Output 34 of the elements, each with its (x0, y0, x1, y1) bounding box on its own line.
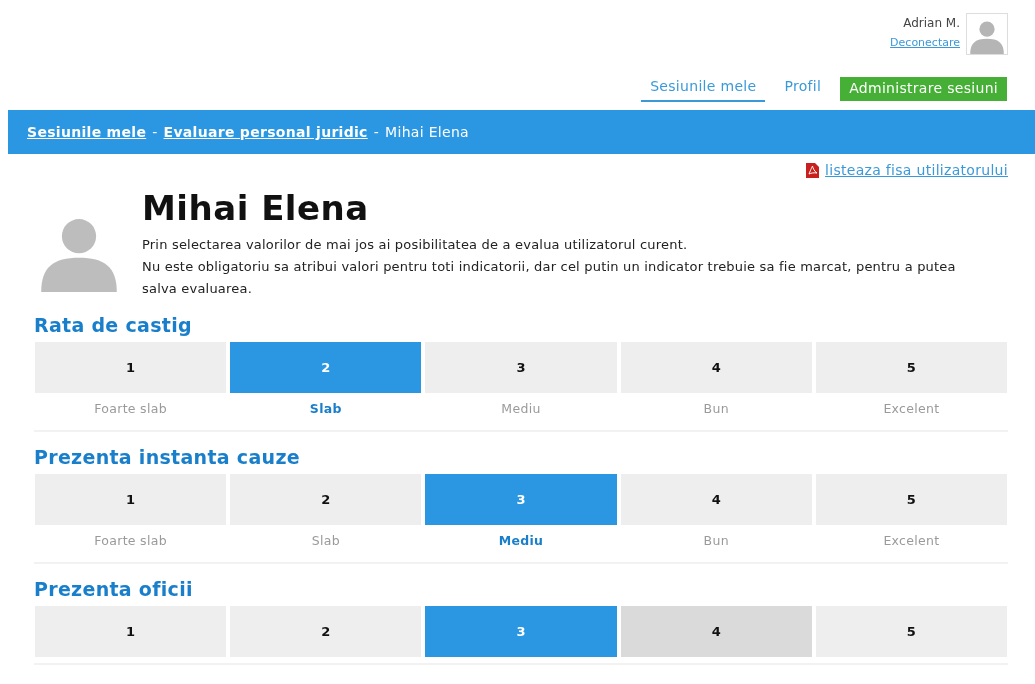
rating-button[interactable]: 2 (230, 606, 422, 657)
description-text: Nu este obligatoriu sa atribui valori pentru toti indicatorii, dar cel putin un indicator trebuie sa fie marcat, pentru a putea salva evaluarea. (142, 258, 957, 298)
rating-label: Excelent (882, 400, 941, 418)
dash-separator: - (373, 124, 380, 140)
rating-label: Foarte slab (93, 532, 168, 550)
dash-separator: - (152, 124, 158, 140)
rating-button[interactable]: 4 (620, 474, 812, 525)
criterion-title: Prezenta oficii (34, 578, 194, 600)
user-name: Adrian M. (903, 16, 960, 30)
rating-button[interactable]: 5 (815, 606, 1007, 657)
rating-button[interactable]: 5 (815, 342, 1007, 393)
rating-button[interactable]: 4 (620, 606, 812, 657)
rating-button[interactable]: 5 (815, 474, 1007, 525)
rating-button[interactable]: 2 (230, 474, 422, 525)
rating-label: Slab (308, 400, 343, 418)
current-page-name: Mihai Elena (385, 124, 469, 140)
criterion-title: Prezenta instanta cauze (34, 446, 301, 468)
rating-label: Excelent (882, 532, 941, 550)
rating-button[interactable]: 4 (620, 342, 812, 393)
pdf-icon (806, 162, 819, 178)
rating-label: Mediu (497, 532, 545, 550)
description-text: Prin selectarea valorilor de mai jos ai posibilitatea de a evalua utilizatorul curent. (142, 236, 689, 254)
rating-label: Bun (702, 532, 730, 550)
rating-label: Mediu (500, 400, 542, 418)
person-name: Mihai Elena (142, 188, 370, 228)
rating-label: Slab (310, 532, 341, 550)
avatar-icon (966, 13, 1008, 55)
rating-button[interactable]: 1 (35, 342, 227, 393)
criterion-title: Rata de castig (34, 314, 193, 336)
rating-button[interactable]: 1 (35, 474, 227, 525)
rating-label: Foarte slab (93, 400, 168, 418)
rating-button[interactable]: 1 (35, 606, 227, 657)
rating-button[interactable]: 3 (425, 342, 617, 393)
rating-label: Bun (702, 400, 730, 418)
